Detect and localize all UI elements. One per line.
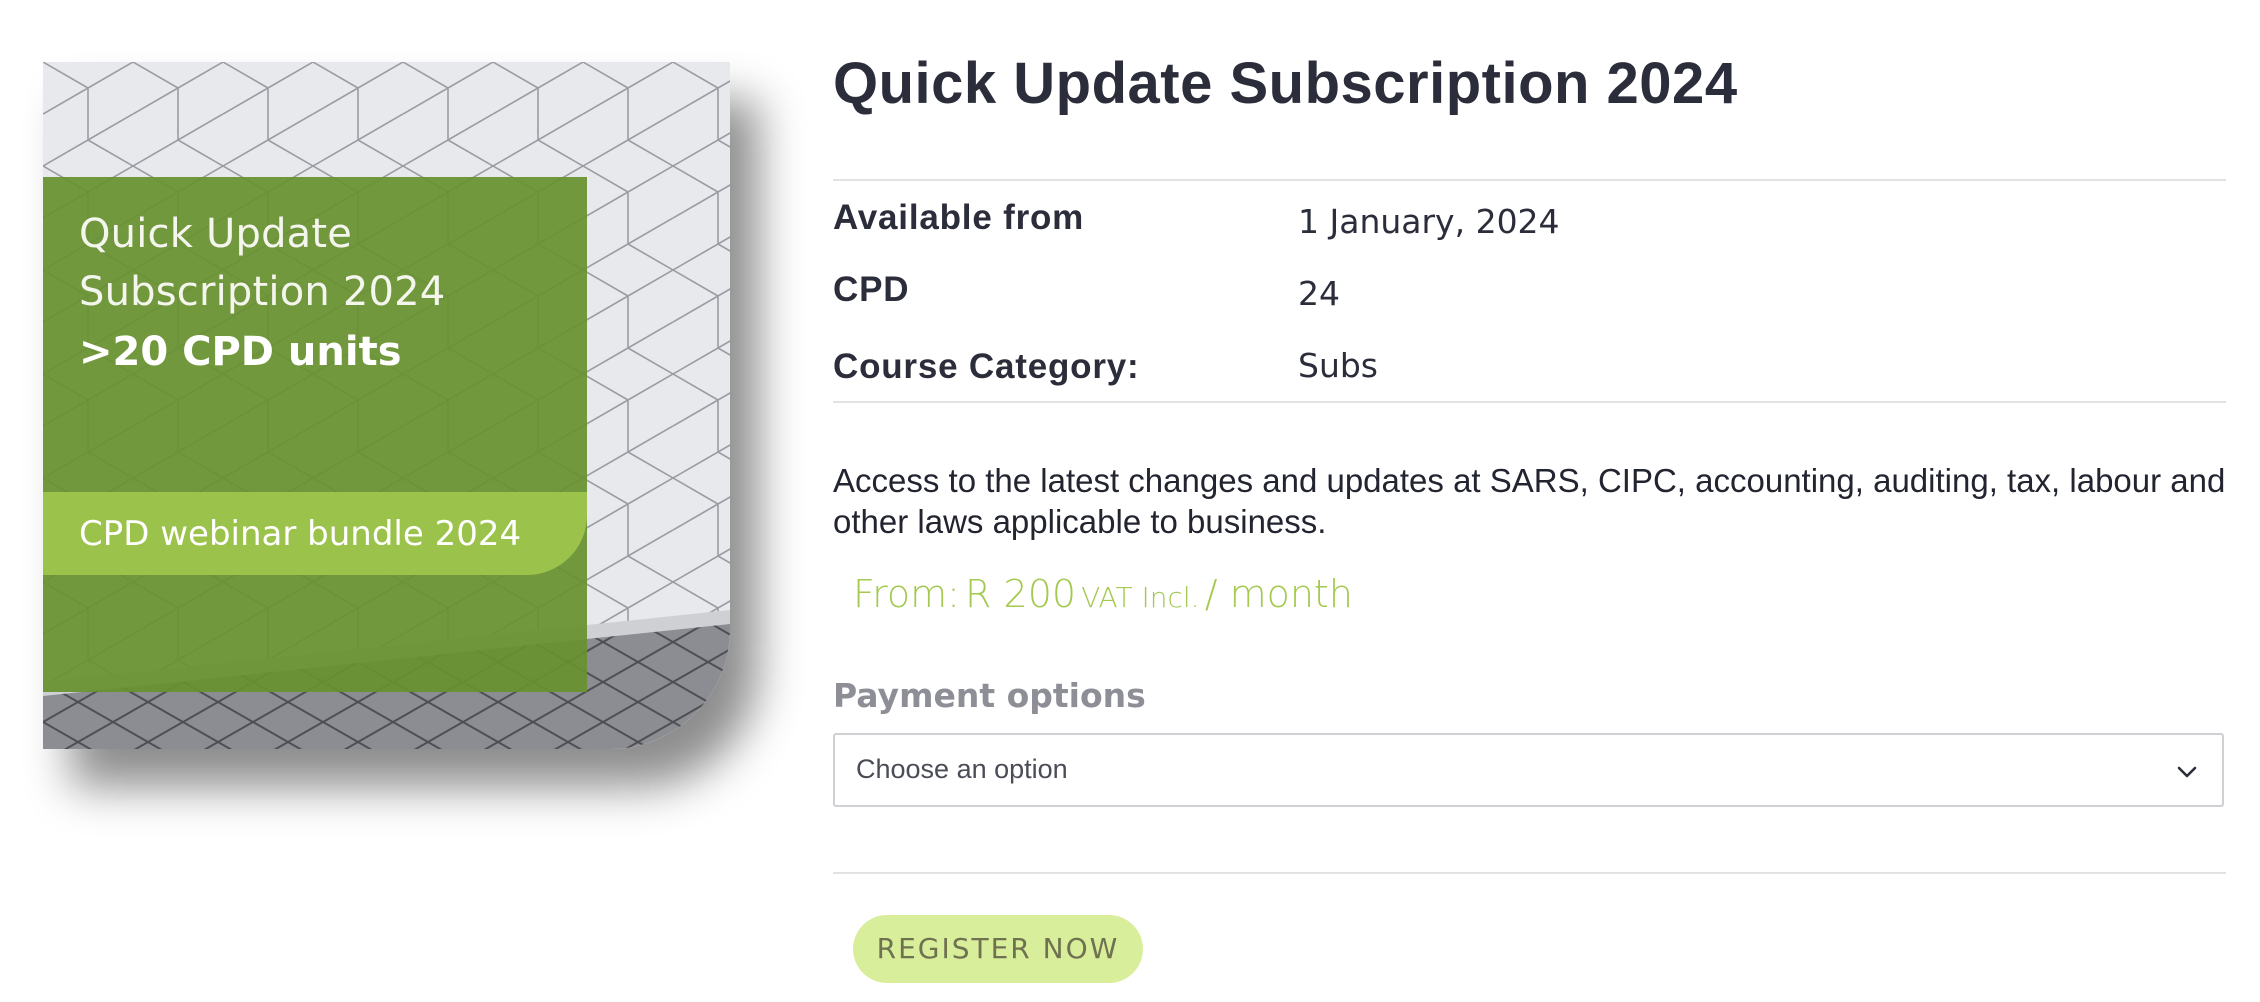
available-from-value: 1 January, 2024 <box>1298 202 1560 241</box>
price-from: From: <box>853 572 960 616</box>
image-cpd-units: >20 CPD units <box>79 329 402 375</box>
course-category-value: Subs <box>1298 346 1379 385</box>
price-amount: R 200 <box>965 572 1077 616</box>
payment-options-label: Payment options <box>833 676 1146 715</box>
image-bundle-band: CPD webinar bundle 2024 <box>43 492 587 575</box>
price-display: From: R 200 VAT Incl. / month <box>853 572 1353 616</box>
divider-bottom <box>833 872 2226 874</box>
payment-selected-value: Choose an option <box>856 754 1068 784</box>
price-period: / month <box>1204 572 1353 616</box>
cpd-label: CPD <box>833 270 910 309</box>
image-title-line-2: Subscription 2024 <box>79 269 446 315</box>
product-description: Access to the latest changes and updates… <box>833 462 2226 540</box>
green-title-panel: Quick Update Subscription 2024 >20 CPD u… <box>43 177 587 692</box>
course-category-label: Course Category: <box>833 347 1140 386</box>
divider-meta <box>833 401 2226 403</box>
available-from-label: Available from <box>833 198 1085 237</box>
divider-top <box>833 179 2226 181</box>
product-title: Quick Update Subscription 2024 <box>833 51 1738 116</box>
product-image[interactable]: Quick Update Subscription 2024 >20 CPD u… <box>43 62 730 749</box>
image-title-line-1: Quick Update <box>79 211 353 257</box>
product-image-area: Quick Update Subscription 2024 >20 CPD u… <box>0 0 830 855</box>
chevron-down-icon <box>2177 766 2197 778</box>
payment-options-select[interactable]: Choose an option <box>833 733 2224 807</box>
register-now-button[interactable]: REGISTER NOW <box>853 915 1143 983</box>
price-vat: VAT Incl. <box>1081 581 1200 614</box>
cpd-value: 24 <box>1298 274 1340 313</box>
image-bundle-text: CPD webinar bundle 2024 <box>79 514 522 554</box>
